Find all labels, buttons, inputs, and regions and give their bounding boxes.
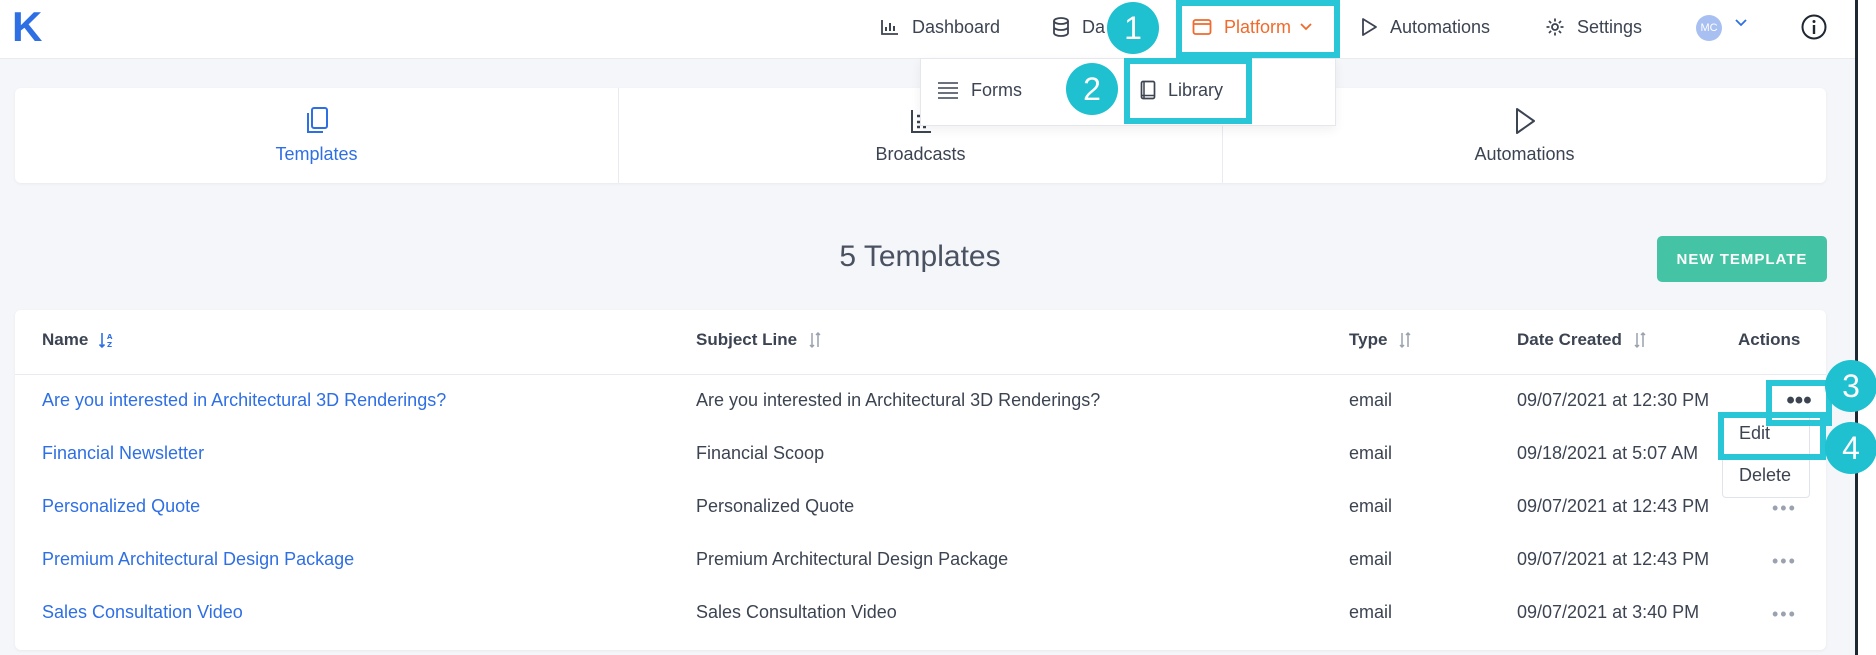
callout-badge-2: 2 [1066, 63, 1118, 115]
bar-chart-icon [881, 20, 898, 35]
callout-highlight-edit [1718, 412, 1826, 460]
nav-data[interactable]: Da [1052, 0, 1105, 54]
sort-ascending-icon: AZ [99, 333, 113, 349]
nav-data-label: Da [1082, 16, 1106, 37]
sort-icon [1399, 331, 1411, 349]
svg-text:Z: Z [107, 341, 112, 349]
callout-highlight-library [1124, 58, 1252, 124]
column-header-subject[interactable]: Subject Line [696, 330, 823, 350]
callout-badge-1: 1 [1107, 2, 1159, 54]
column-header-actions-label: Actions [1738, 330, 1801, 349]
date-created-cell: 09/18/2021 at 5:07 AM [1517, 443, 1699, 463]
template-name-link[interactable]: Sales Consultation Video [42, 602, 243, 623]
column-header-name-label: Name [42, 330, 89, 349]
subject-line-cell: Premium Architectural Design Package [696, 549, 1009, 569]
date-created-cell: 09/07/2021 at 12:43 PM [1517, 549, 1710, 569]
row-actions-button[interactable]: ••• [1772, 605, 1797, 623]
list-icon [938, 82, 958, 99]
nav-automations-label: Automations [1390, 16, 1491, 37]
column-header-date-label: Date Created [1517, 330, 1622, 349]
subject-line-cell: Financial Scoop [696, 443, 825, 463]
column-header-subject-label: Subject Line [696, 330, 798, 349]
nav-settings-label: Settings [1577, 16, 1643, 37]
database-icon [1053, 17, 1069, 37]
type-cell: email [1349, 390, 1393, 410]
menu-item-forms[interactable]: Forms [937, 59, 1022, 121]
column-header-name[interactable]: Name AZ [42, 330, 116, 350]
column-header-type-label: Type [1349, 330, 1388, 349]
date-created-cell: 09/07/2021 at 12:30 PM [1517, 390, 1710, 410]
type-cell: email [1349, 443, 1393, 463]
delete-menu-item[interactable]: Delete [1739, 465, 1791, 486]
table-header-divider [15, 374, 1826, 375]
subject-line-cell: Personalized Quote [696, 496, 855, 516]
template-name-link[interactable]: Personalized Quote [42, 496, 200, 517]
row-actions-button[interactable]: ••• [1772, 499, 1797, 517]
callout-badge-4: 4 [1825, 422, 1876, 474]
new-template-button[interactable]: NEW TEMPLATE [1657, 236, 1827, 282]
gear-icon [1546, 18, 1564, 36]
type-cell: email [1349, 549, 1393, 569]
date-created-cell: 09/07/2021 at 3:40 PM [1517, 602, 1700, 622]
templates-table [15, 310, 1826, 650]
template-name-link[interactable]: Are you interested in Architectural 3D R… [42, 390, 446, 411]
type-cell: email [1349, 496, 1393, 516]
date-created-cell: 09/07/2021 at 12:43 PM [1517, 496, 1710, 516]
tab-automations-label: Automations [1474, 144, 1575, 164]
app-logo[interactable]: K [12, 6, 42, 48]
column-header-date[interactable]: Date Created [1517, 330, 1648, 350]
subject-line-cell: Sales Consultation Video [696, 602, 897, 622]
tab-broadcasts-label: Broadcasts [875, 144, 966, 164]
play-icon [1515, 108, 1535, 134]
column-header-actions: Actions [1738, 330, 1800, 350]
user-avatar[interactable]: MC [1696, 15, 1722, 41]
sort-icon [1634, 331, 1646, 349]
template-name-link[interactable]: Premium Architectural Design Package [42, 549, 354, 570]
window-edge [1855, 0, 1876, 655]
play-icon [1362, 18, 1377, 36]
callout-badge-3: 3 [1825, 360, 1876, 412]
callout-highlight-platform [1176, 0, 1340, 58]
template-name-link[interactable]: Financial Newsletter [42, 443, 204, 464]
copy-icon [306, 107, 328, 133]
window-border [1855, 0, 1858, 655]
nav-dashboard[interactable]: Dashboard [880, 0, 1000, 54]
page-title: 5 Templates [839, 240, 1001, 273]
type-cell: email [1349, 602, 1393, 622]
tab-templates-label: Templates [275, 144, 358, 164]
column-header-type[interactable]: Type [1349, 330, 1413, 350]
row-actions-button[interactable]: ••• [1772, 552, 1797, 570]
nav-settings[interactable]: Settings [1545, 0, 1642, 54]
nav-dashboard-label: Dashboard [912, 16, 1001, 37]
menu-item-forms-label: Forms [971, 79, 1022, 100]
info-icon[interactable] [1800, 13, 1828, 41]
subject-line-cell: Are you interested in Architectural 3D R… [696, 390, 1101, 410]
nav-automations[interactable]: Automations [1360, 0, 1490, 54]
svg-text:A: A [107, 333, 113, 341]
sort-icon [809, 331, 821, 349]
chevron-down-icon[interactable] [1734, 18, 1748, 28]
tab-templates[interactable]: Templates [15, 88, 618, 183]
